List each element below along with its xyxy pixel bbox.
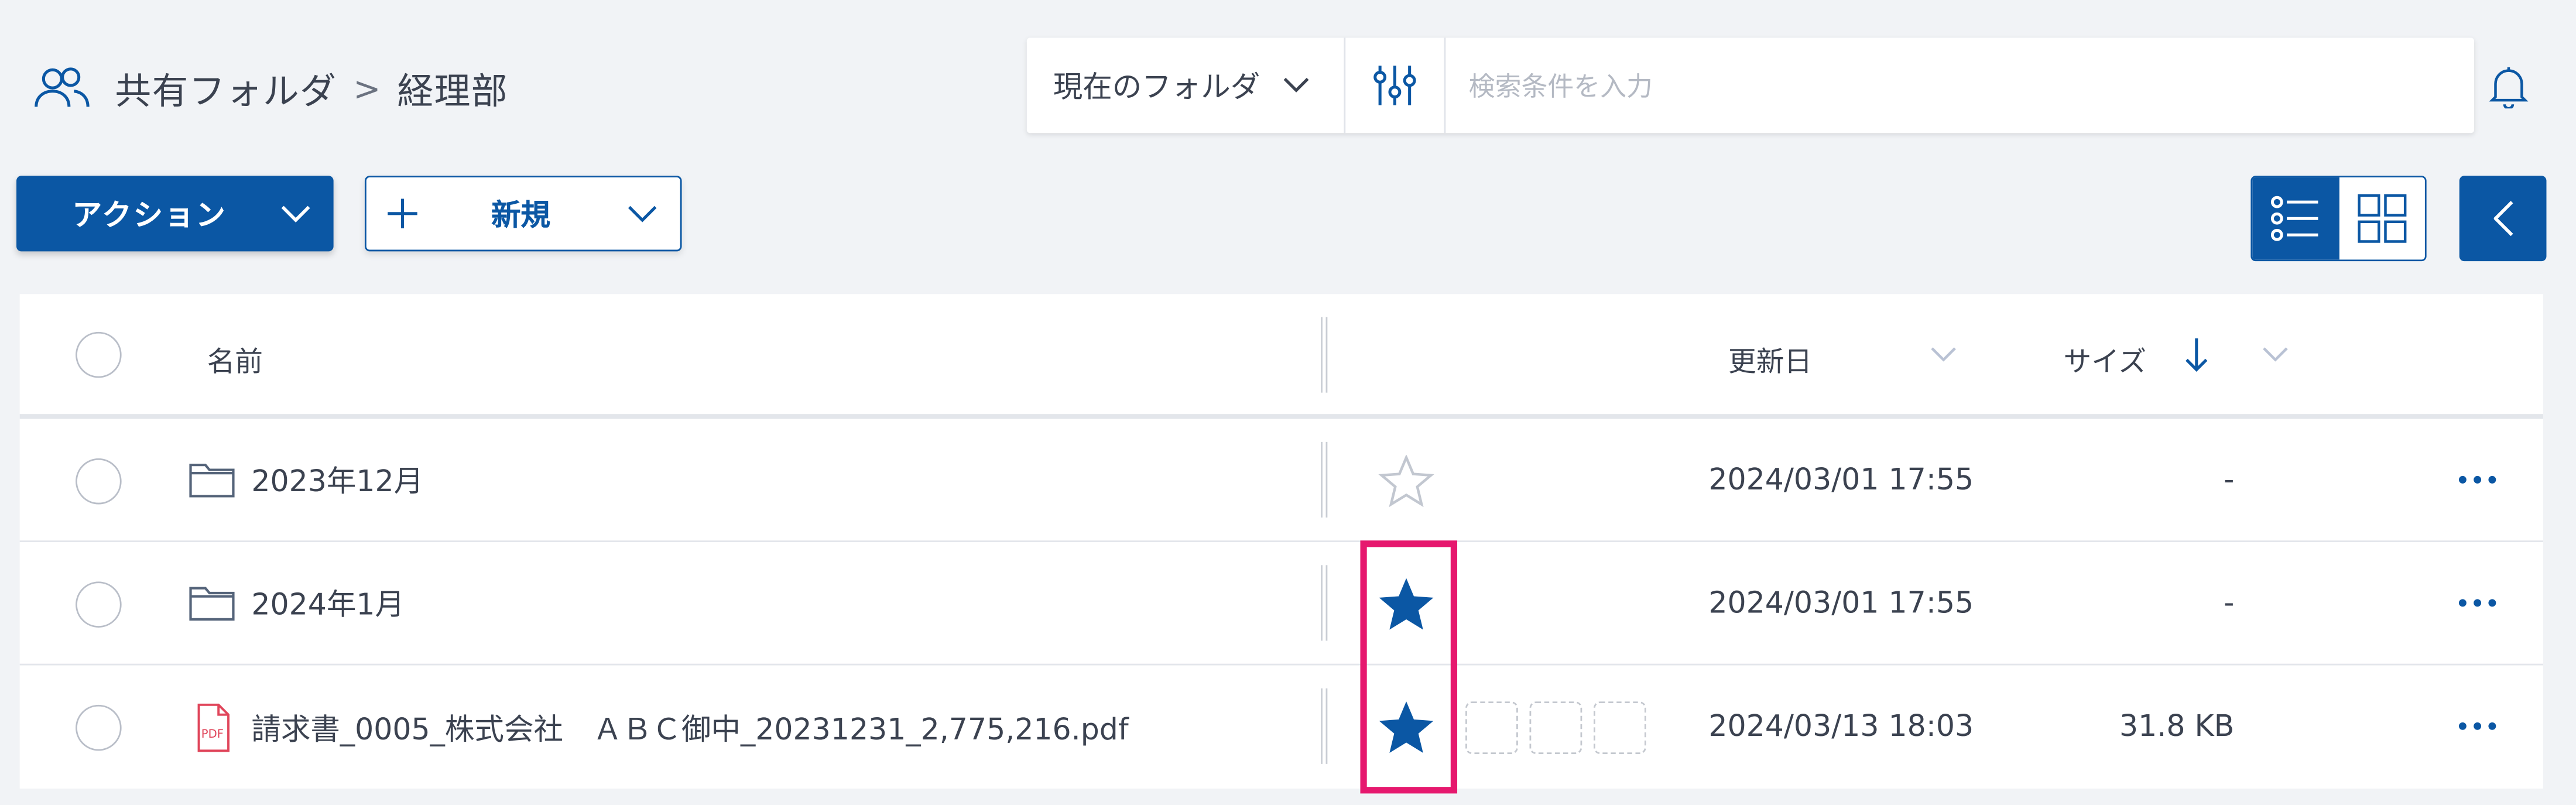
breadcrumb-parent[interactable]: 共有フォルダ — [115, 63, 337, 115]
name-cell[interactable]: 2024年1月 — [189, 581, 405, 624]
plus-icon — [386, 197, 419, 230]
search-input[interactable] — [1445, 36, 2475, 135]
more-options-icon[interactable] — [2458, 475, 2497, 485]
new-button[interactable]: 新規 — [364, 176, 682, 252]
collapse-panel-button[interactable] — [2459, 176, 2547, 262]
sliders-icon — [1372, 63, 1418, 109]
folder-icon — [189, 460, 235, 499]
more-options-icon[interactable] — [2458, 721, 2497, 731]
table-row[interactable]: 2023年12月 2024/03/01 17:55 - — [19, 419, 2543, 543]
file-name: 2023年12月 — [251, 465, 424, 500]
file-size: - — [2224, 463, 2235, 498]
table-row[interactable]: 2024年1月 2024/03/01 17:55 - — [19, 542, 2543, 666]
table-header: 名前 更新日 サイズ — [19, 294, 2543, 419]
row-checkbox[interactable] — [76, 581, 122, 628]
column-resize-handle[interactable] — [1321, 317, 1328, 393]
list-view-button[interactable] — [2252, 177, 2339, 260]
column-resize-handle[interactable] — [1321, 565, 1328, 641]
search-scope-dropdown[interactable]: 現在のフォルダ — [1027, 37, 1346, 133]
tag-slot[interactable] — [1593, 701, 1646, 755]
file-name: 請求書_0005_株式会社 ＡＢＣ御中_20231231_2,775,216.p… — [251, 712, 1129, 748]
bell-icon[interactable] — [2489, 66, 2529, 109]
grid-view-button[interactable] — [2338, 177, 2425, 260]
view-toggle — [2250, 176, 2427, 262]
breadcrumb-separator: > — [353, 68, 381, 109]
chevron-down-icon[interactable] — [2262, 347, 2289, 362]
tag-slot[interactable] — [1529, 701, 1582, 755]
more-options-icon[interactable] — [2458, 598, 2497, 608]
search-scope-label: 現在のフォルダ — [1053, 70, 1260, 105]
pdf-file-icon: PDF — [189, 703, 235, 752]
chevron-down-icon — [628, 204, 657, 222]
chevron-down-icon[interactable] — [1930, 347, 1957, 362]
column-resize-handle[interactable] — [1321, 441, 1328, 518]
column-header-size[interactable]: サイズ — [2063, 338, 2146, 379]
folder-icon — [189, 583, 235, 622]
chevron-down-icon — [281, 204, 311, 222]
column-header-name[interactable]: 名前 — [207, 338, 263, 379]
breadcrumb-current: 経理部 — [397, 72, 508, 114]
svg-text:PDF: PDF — [201, 727, 224, 741]
name-cell[interactable]: 2023年12月 — [189, 458, 423, 501]
modified-date: 2024/03/01 17:55 — [1708, 463, 1974, 498]
row-checkbox[interactable] — [76, 458, 122, 505]
new-button-label: 新規 — [491, 198, 551, 234]
grid-view-icon — [2357, 194, 2406, 243]
search-bar: 現在のフォルダ — [1026, 36, 2475, 135]
chevron-down-icon — [1283, 77, 1310, 94]
select-all-checkbox[interactable] — [76, 331, 122, 378]
table-row[interactable]: PDF 請求書_0005_株式会社 ＡＢＣ御中_20231231_2,775,2… — [20, 665, 2543, 788]
star-outline-icon[interactable] — [1378, 455, 1434, 508]
action-button[interactable]: アクション — [16, 176, 334, 252]
file-size: 31.8 KB — [2119, 710, 2235, 745]
action-button-label: アクション — [72, 198, 227, 234]
file-table: 名前 更新日 サイズ 2023年12月 2024/03/01 17:55 - 2… — [19, 294, 2543, 789]
arrow-down-icon[interactable] — [2185, 337, 2208, 373]
breadcrumb: 共有フォルダ > 経理部 — [33, 56, 508, 121]
filter-button[interactable] — [1345, 37, 1446, 133]
modified-date: 2024/03/01 17:55 — [1708, 586, 1974, 621]
highlight-box — [1360, 540, 1458, 794]
column-resize-handle[interactable] — [1321, 688, 1328, 764]
file-size: - — [2224, 586, 2235, 621]
column-header-modified[interactable]: 更新日 — [1728, 338, 1812, 379]
row-checkbox[interactable] — [76, 704, 122, 751]
list-view-icon — [2271, 196, 2320, 242]
users-icon — [33, 66, 92, 112]
tag-slot[interactable] — [1465, 701, 1518, 755]
chevron-left-icon — [2493, 200, 2513, 237]
name-cell[interactable]: PDF 請求書_0005_株式会社 ＡＢＣ御中_20231231_2,775,2… — [189, 703, 1129, 752]
file-name: 2024年1月 — [251, 588, 405, 623]
modified-date: 2024/03/13 18:03 — [1708, 710, 1974, 745]
